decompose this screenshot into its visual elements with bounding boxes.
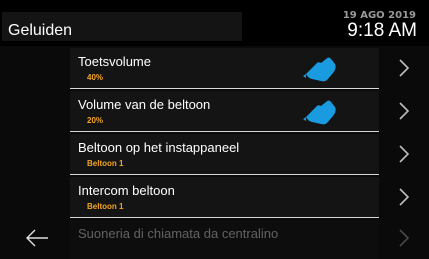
setting-item-value: Beltoon 1 [87, 202, 124, 211]
pointing-hand-icon [303, 100, 336, 125]
chevron-right-icon[interactable] [392, 185, 416, 209]
time-label: 9:18 AM [347, 20, 417, 41]
header-bar: Geluiden 19 AGO 2019 9:18 AM [0, 0, 429, 46]
setting-item-label: Toetsvolume [78, 54, 151, 69]
chevron-right-icon[interactable] [392, 99, 416, 123]
divider [70, 131, 379, 132]
setting-item-key-volume[interactable]: Toetsvolume 40% [70, 48, 379, 89]
setting-item-label: Volume van de beltoon [78, 97, 211, 112]
chevron-right-icon[interactable] [392, 226, 416, 250]
setting-item-intercom-ringtone[interactable]: Intercom beltoon Beltoon 1 [70, 177, 379, 218]
page-title: Geluiden [8, 22, 73, 39]
setting-item-label: Suoneria di chiamata da centralino [78, 226, 279, 241]
divider [70, 88, 379, 89]
pointing-hand-icon [303, 57, 336, 82]
setting-item-entry-panel-ringtone[interactable]: Beltoon op het instappaneel Beltoon 1 [70, 134, 379, 175]
setting-item-value: Beltoon 1 [87, 159, 124, 168]
divider [70, 174, 379, 175]
setting-item-value: 20% [87, 116, 104, 125]
chevron-right-icon[interactable] [392, 142, 416, 166]
setting-item-value: 40% [87, 73, 104, 82]
setting-item-label: Intercom beltoon [78, 183, 175, 198]
settings-list: Toetsvolume 40% Volume van de beltoon 20… [0, 46, 429, 259]
setting-item-switchboard-ringtone[interactable]: Suoneria di chiamata da centralino [70, 220, 379, 259]
divider [70, 217, 379, 218]
back-arrow-icon[interactable] [24, 228, 50, 248]
chevron-right-icon[interactable] [392, 56, 416, 80]
setting-item-label: Beltoon op het instappaneel [78, 140, 240, 155]
setting-item-ringtone-volume[interactable]: Volume van de beltoon 20% [70, 91, 379, 132]
